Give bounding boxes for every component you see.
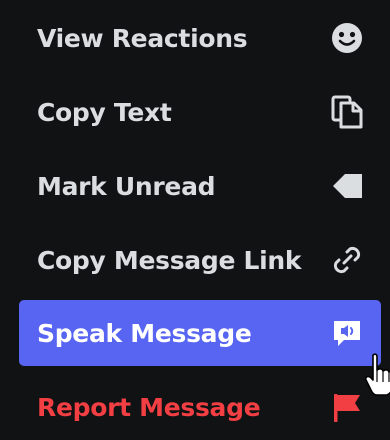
- message-context-menu: View Reactions Copy Text Mark Unread Cop…: [6, 0, 384, 440]
- menu-item-copy-text[interactable]: Copy Text: [19, 79, 381, 145]
- menu-item-copy-message-link[interactable]: Copy Message Link: [19, 227, 381, 293]
- smiley-face-icon: [329, 20, 365, 56]
- menu-item-view-reactions[interactable]: View Reactions: [19, 5, 381, 71]
- menu-item-mark-unread[interactable]: Mark Unread: [19, 153, 381, 219]
- menu-item-speak-message[interactable]: Speak Message: [19, 300, 381, 366]
- menu-item-label: Mark Unread: [37, 171, 216, 201]
- tag-icon: [329, 168, 365, 204]
- menu-item-label: View Reactions: [37, 23, 248, 53]
- menu-item-label: Report Message: [37, 392, 261, 422]
- menu-item-label: Speak Message: [37, 318, 252, 348]
- menu-item-label: Copy Text: [37, 97, 172, 127]
- link-icon: [329, 242, 365, 278]
- copy-icon: [329, 94, 365, 130]
- menu-item-report-message[interactable]: Report Message: [19, 374, 381, 440]
- menu-item-label: Copy Message Link: [37, 245, 302, 275]
- context-menu-screen: View Reactions Copy Text Mark Unread Cop…: [0, 0, 390, 440]
- flag-icon: [329, 389, 365, 425]
- speaker-bubble-icon: [329, 315, 365, 351]
